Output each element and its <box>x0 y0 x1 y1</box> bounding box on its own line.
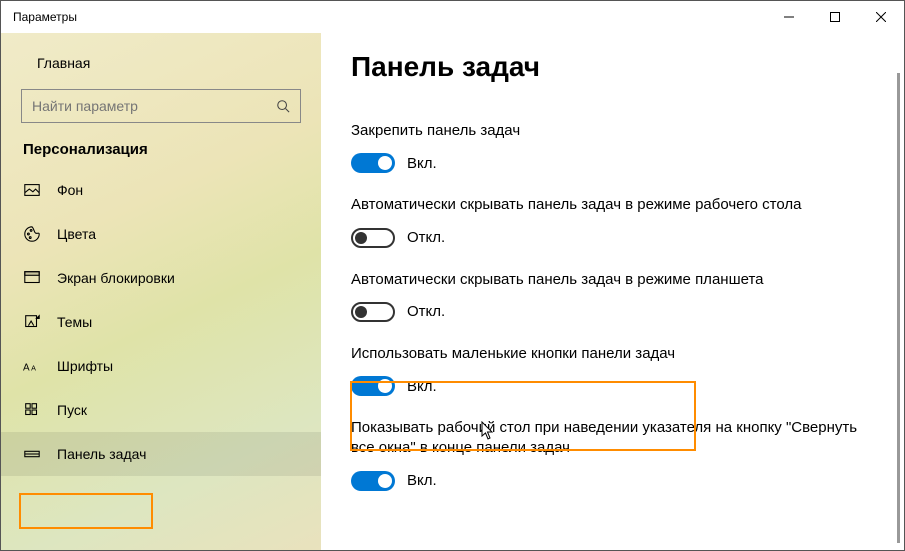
setting-autohide-tablet: Автоматически скрывать панель задач в ре… <box>351 270 864 322</box>
start-icon <box>23 401 41 419</box>
nav-label: Цвета <box>57 226 96 242</box>
nav-item-themes[interactable]: Темы <box>1 300 321 344</box>
minimize-button[interactable] <box>766 1 812 33</box>
nav-item-fonts[interactable]: AA Шрифты <box>1 344 321 388</box>
themes-icon <box>23 313 41 331</box>
nav-item-start[interactable]: Пуск <box>1 388 321 432</box>
nav-item-taskbar[interactable]: Панель задач <box>1 432 321 476</box>
svg-text:A: A <box>31 364 36 373</box>
nav-label: Фон <box>57 182 83 198</box>
nav-label: Пуск <box>57 402 87 418</box>
nav-label: Экран блокировки <box>57 270 175 286</box>
toggle-small-buttons[interactable] <box>351 376 395 396</box>
toggle-peek-desktop[interactable] <box>351 471 395 491</box>
setting-peek-desktop: Показывать рабочий стол при наведении ук… <box>351 418 864 491</box>
close-button[interactable] <box>858 1 904 33</box>
setting-label: Закрепить панель задач <box>351 121 864 141</box>
search-wrap <box>1 83 321 141</box>
search-icon <box>266 99 300 113</box>
titlebar: Параметры <box>1 1 904 33</box>
toggle-state: Вкл. <box>407 378 437 395</box>
setting-label: Автоматически скрывать панель задач в ре… <box>351 270 864 290</box>
nav-item-background[interactable]: Фон <box>1 168 321 212</box>
toggle-state: Откл. <box>407 229 445 246</box>
nav-label: Панель задач <box>57 446 146 462</box>
category-title: Персонализация <box>1 141 321 168</box>
search-input[interactable] <box>22 90 266 122</box>
sidebar: Главная Персонализация Фон <box>1 33 321 550</box>
window-controls <box>766 1 904 33</box>
toggle-state: Вкл. <box>407 472 437 489</box>
nav-label: Шрифты <box>57 358 113 374</box>
nav-item-lockscreen[interactable]: Экран блокировки <box>1 256 321 300</box>
home-label: Главная <box>37 55 90 71</box>
setting-autohide-desktop: Автоматически скрывать панель задач в ре… <box>351 195 864 247</box>
page-title: Панель задач <box>351 51 864 83</box>
toggle-autohide-desktop[interactable] <box>351 228 395 248</box>
main-content: Панель задач Закрепить панель задач Вкл.… <box>321 33 904 550</box>
toggle-state: Вкл. <box>407 155 437 172</box>
taskbar-icon <box>23 445 41 463</box>
window-title: Параметры <box>1 10 77 24</box>
home-link[interactable]: Главная <box>1 43 321 83</box>
palette-icon <box>23 225 41 243</box>
toggle-lock-taskbar[interactable] <box>351 153 395 173</box>
svg-text:A: A <box>23 363 30 374</box>
picture-icon <box>23 181 41 199</box>
lockscreen-icon <box>23 269 41 287</box>
nav-label: Темы <box>57 314 92 330</box>
toggle-autohide-tablet[interactable] <box>351 302 395 322</box>
toggle-state: Откл. <box>407 303 445 320</box>
setting-small-buttons: Использовать маленькие кнопки панели зад… <box>351 344 864 396</box>
maximize-button[interactable] <box>812 1 858 33</box>
search-input-container[interactable] <box>21 89 301 123</box>
setting-label: Автоматически скрывать панель задач в ре… <box>351 195 864 215</box>
scrollbar[interactable] <box>897 73 900 543</box>
setting-lock-taskbar: Закрепить панель задач Вкл. <box>351 121 864 173</box>
window-body: Главная Персонализация Фон <box>1 33 904 550</box>
setting-label: Показывать рабочий стол при наведении ук… <box>351 418 864 459</box>
setting-label: Использовать маленькие кнопки панели зад… <box>351 344 864 364</box>
fonts-icon: AA <box>23 357 41 375</box>
nav-list: Фон Цвета Экран блокировки <box>1 168 321 476</box>
settings-window: Параметры Главная <box>0 0 905 551</box>
nav-item-colors[interactable]: Цвета <box>1 212 321 256</box>
